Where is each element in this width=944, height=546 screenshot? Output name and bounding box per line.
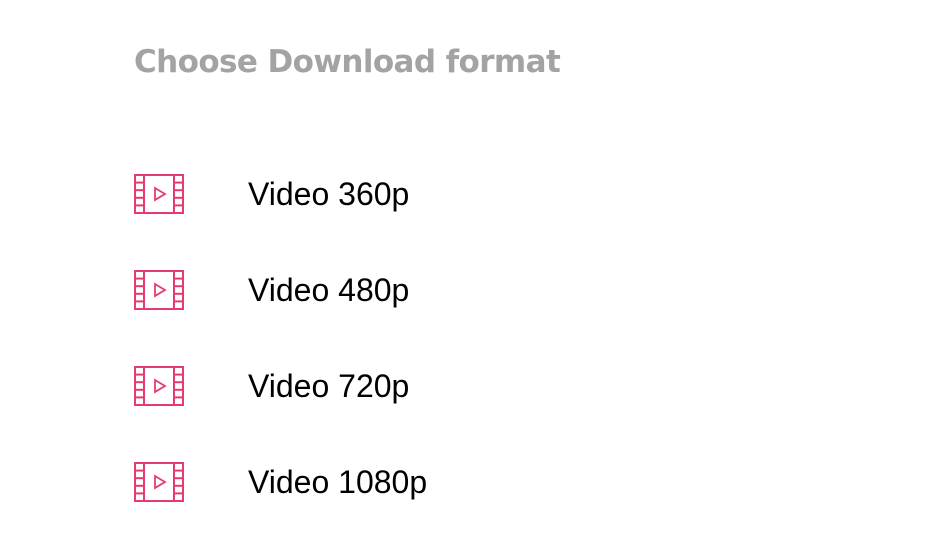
film-video-icon: [134, 174, 184, 214]
option-label: Video 720p: [248, 368, 410, 404]
format-option-360p[interactable]: Video 360p: [0, 146, 944, 242]
film-video-icon: [134, 270, 184, 310]
format-option-1080p[interactable]: Video 1080p: [0, 434, 944, 530]
film-video-icon: [134, 366, 184, 406]
format-option-720p[interactable]: Video 720p: [0, 338, 944, 434]
format-options-list: Video 360p Video 480p Video 720p Video 1…: [0, 146, 944, 530]
option-label: Video 360p: [248, 176, 410, 212]
film-video-icon: [134, 462, 184, 502]
option-label: Video 1080p: [248, 464, 428, 500]
option-label: Video 480p: [248, 272, 410, 308]
dialog-title: Choose Download format: [134, 44, 561, 80]
format-option-480p[interactable]: Video 480p: [0, 242, 944, 338]
download-format-dialog: Choose Download format Video 360p Video …: [0, 0, 944, 546]
